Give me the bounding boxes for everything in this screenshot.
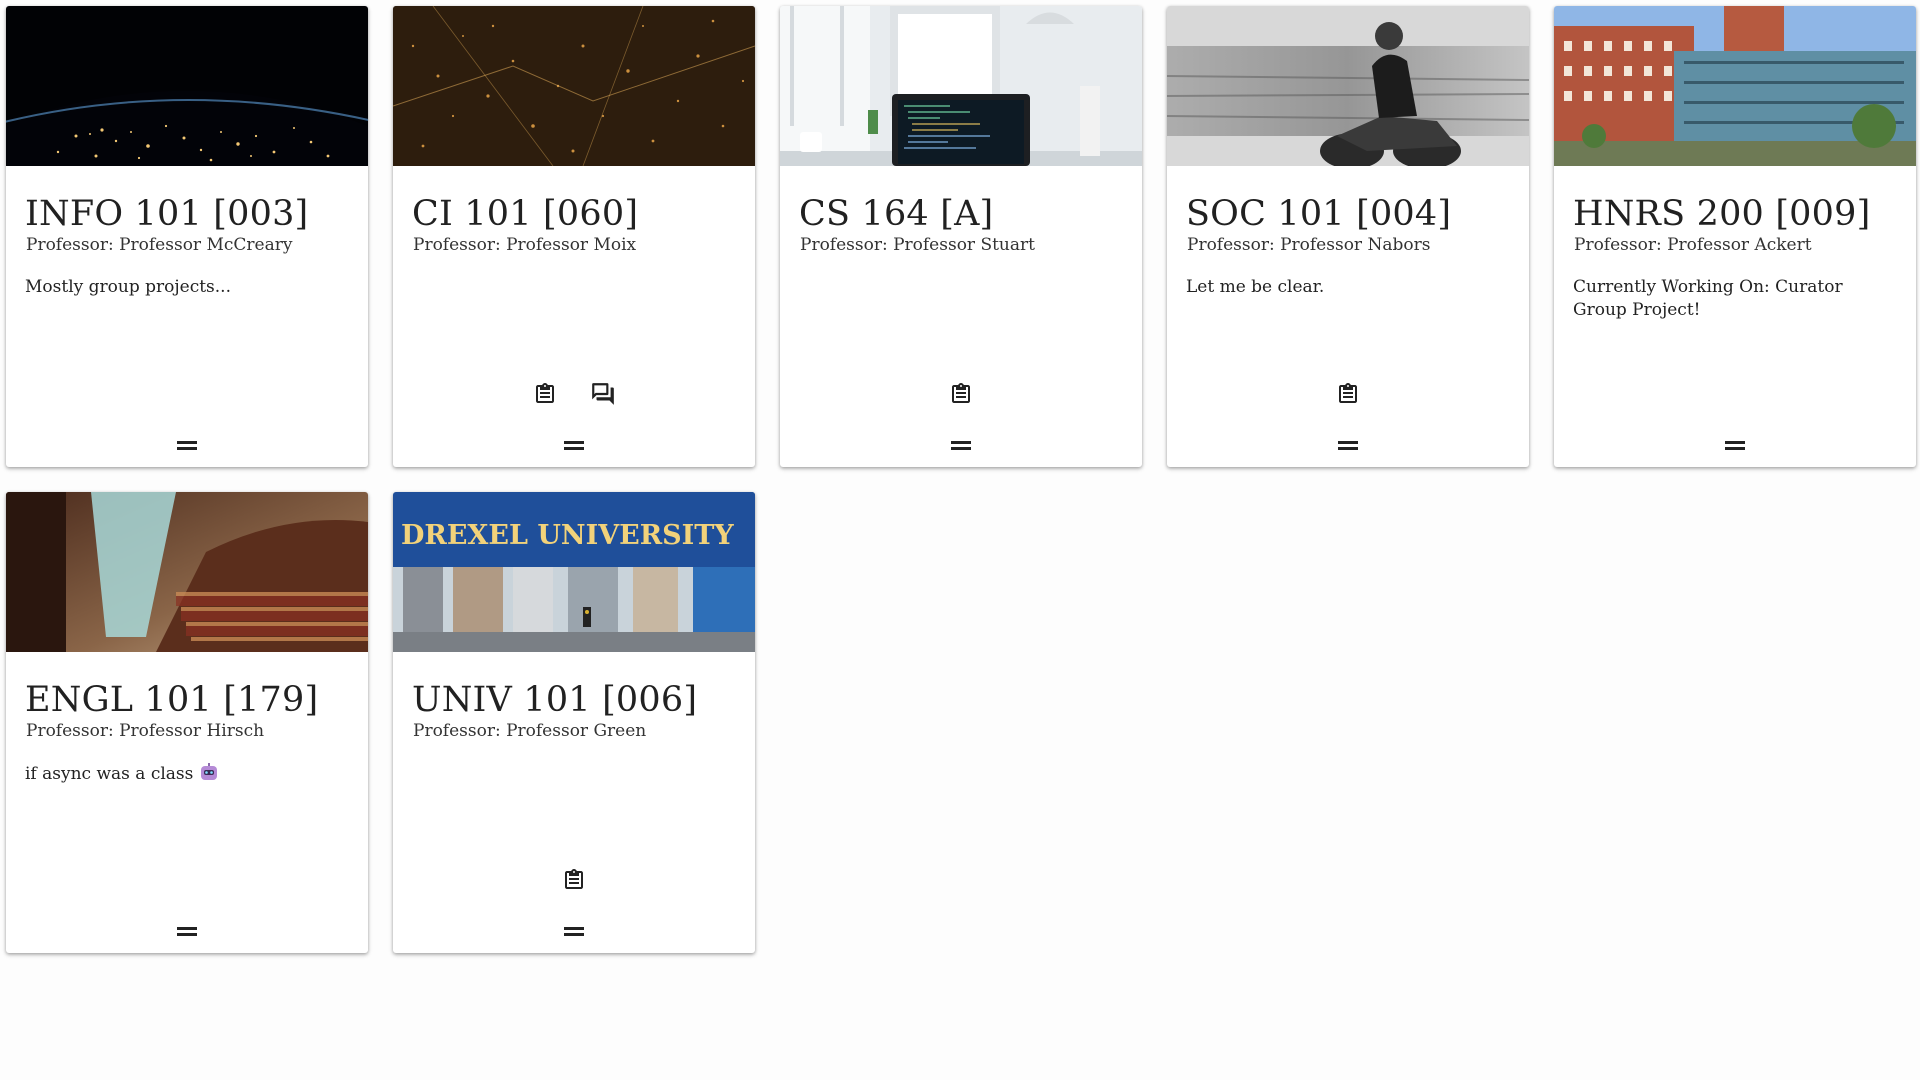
drag-handle-icon[interactable]	[177, 439, 197, 453]
desk-laptop-code-image	[780, 6, 1142, 166]
course-actions	[780, 379, 1142, 411]
assignment-icon[interactable]	[559, 865, 589, 895]
course-card-engl-101[interactable]: ENGL 101 [179] Professor: Professor Hirs…	[6, 492, 368, 953]
course-card-hnrs-200[interactable]: HNRS 200 [009] Professor: Professor Acke…	[1554, 6, 1916, 467]
robot-emoji-icon	[199, 762, 219, 782]
course-actions	[393, 865, 755, 897]
drexel-university-bridge-image: DREXEL UNIVERSITY	[393, 492, 755, 652]
drag-handle-icon[interactable]	[564, 439, 584, 453]
brick-building-image	[1554, 6, 1916, 166]
course-title: SOC 101 [004]	[1186, 194, 1452, 234]
course-card-cs-164[interactable]: CS 164 [A] Professor: Professor Stuart	[780, 6, 1142, 467]
drag-handle-icon[interactable]	[951, 439, 971, 453]
course-title: ENGL 101 [179]	[25, 680, 319, 720]
course-title: CI 101 [060]	[412, 194, 639, 234]
course-description: Currently Working On: Curator Group Proj…	[1573, 277, 1843, 320]
drag-handle-icon[interactable]	[1725, 439, 1745, 453]
assignment-icon[interactable]	[946, 379, 976, 409]
drag-handle-icon[interactable]	[177, 925, 197, 939]
course-title: INFO 101 [003]	[25, 194, 309, 234]
drexel-sign-text: DREXEL UNIVERSITY	[401, 520, 734, 551]
assignment-icon[interactable]	[1333, 379, 1363, 409]
course-title: HNRS 200 [009]	[1573, 194, 1871, 234]
course-card-univ-101[interactable]: DREXEL UNIVERSITY UNIV 101 [006] Profess…	[393, 492, 755, 953]
course-card-info-101[interactable]: INFO 101 [003] Professor: Professor McCr…	[6, 6, 368, 467]
course-professor: Professor: Professor Moix	[413, 235, 637, 255]
drag-handle-icon[interactable]	[564, 925, 584, 939]
course-professor: Professor: Professor Green	[413, 721, 647, 741]
forum-icon[interactable]	[588, 379, 618, 409]
library-bookshelves-image	[6, 492, 368, 652]
drag-handle-icon[interactable]	[1338, 439, 1358, 453]
course-professor: Professor: Professor McCreary	[26, 235, 293, 255]
course-description: Mostly group projects...	[25, 277, 231, 297]
course-description: if async was a class	[25, 762, 353, 786]
city-lights-aerial-image	[393, 6, 755, 166]
course-professor: Professor: Professor Ackert	[1574, 235, 1812, 255]
course-title: UNIV 101 [006]	[412, 680, 698, 720]
course-title: CS 164 [A]	[799, 194, 994, 234]
course-card-ci-101[interactable]: CI 101 [060] Professor: Professor Moix	[393, 6, 755, 467]
course-professor: Professor: Professor Stuart	[800, 235, 1035, 255]
course-actions	[1167, 379, 1529, 411]
course-card-soc-101[interactable]: SOC 101 [004] Professor: Professor Nabor…	[1167, 6, 1529, 467]
course-professor: Professor: Professor Hirsch	[26, 721, 265, 741]
assignment-icon[interactable]	[530, 379, 560, 409]
course-professor: Professor: Professor Nabors	[1187, 235, 1431, 255]
course-description: Let me be clear.	[1186, 277, 1325, 297]
motorcycle-rider-bw-image	[1167, 6, 1529, 166]
course-description-text: if async was a class	[25, 764, 194, 784]
course-actions	[393, 379, 755, 411]
course-card-grid: INFO 101 [003] Professor: Professor McCr…	[6, 6, 1920, 953]
earth-at-night-image	[6, 6, 368, 166]
